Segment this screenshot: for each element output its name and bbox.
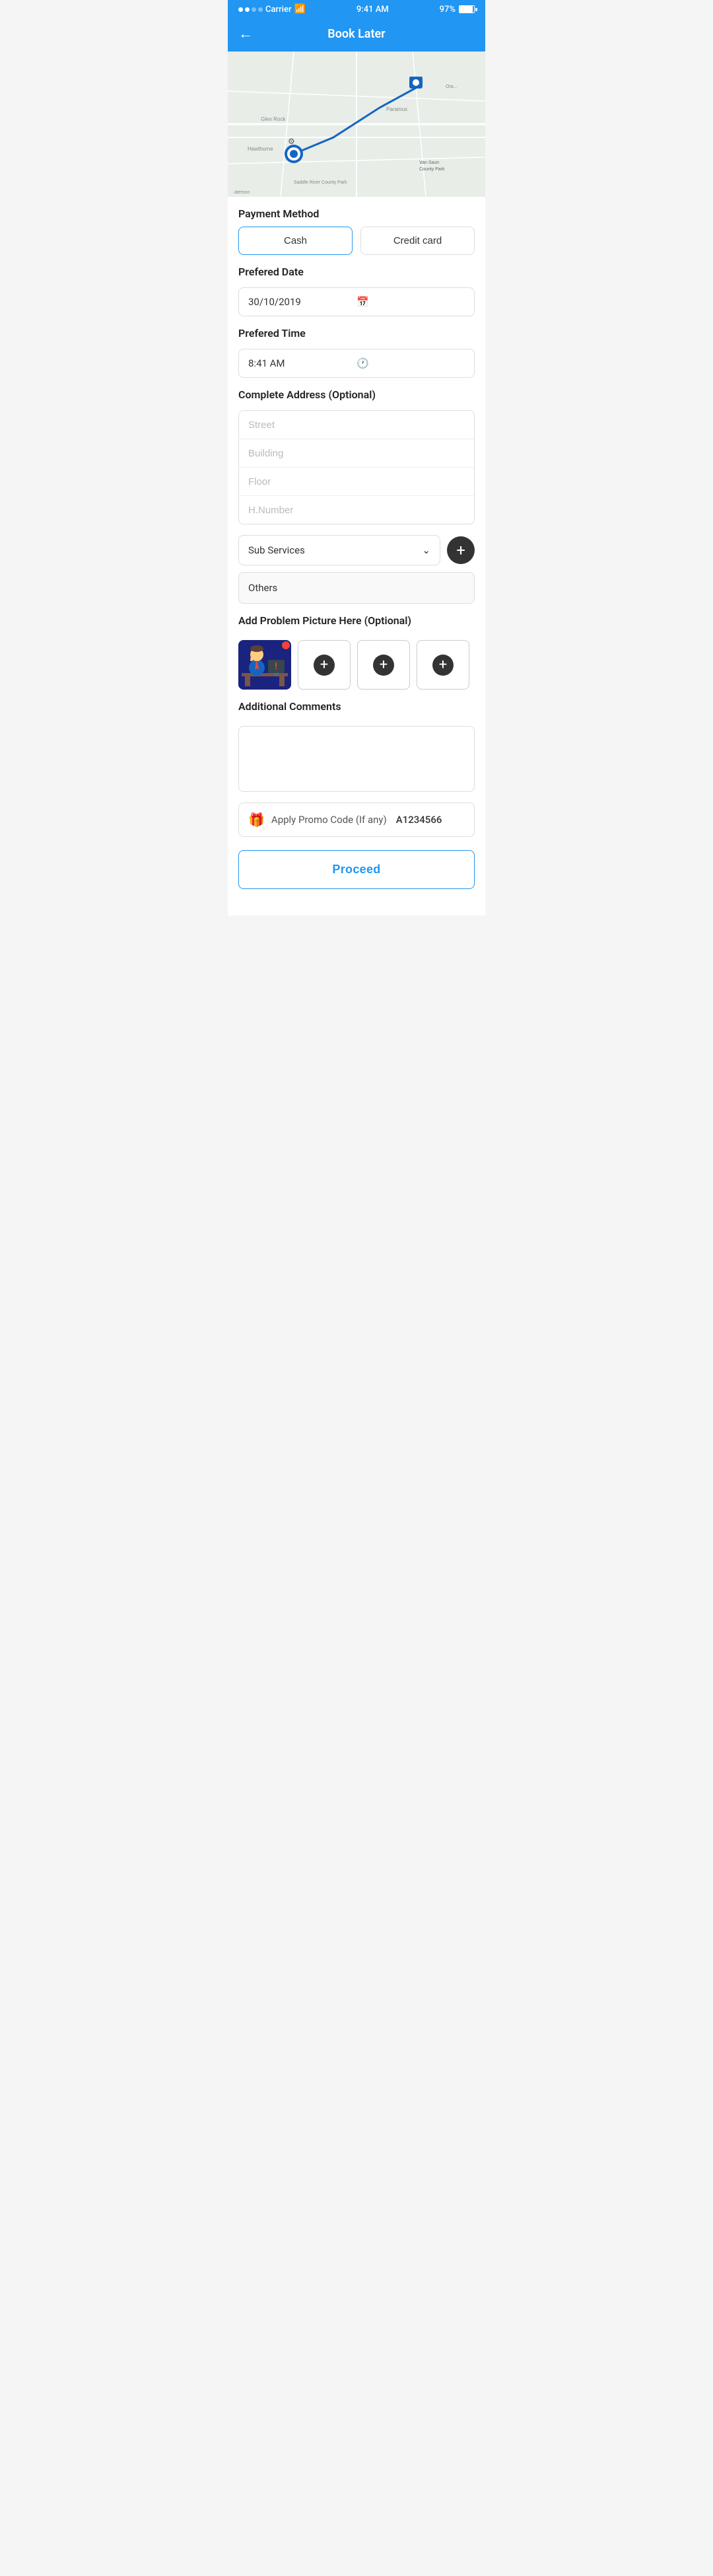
svg-text:Ora...: Ora... — [446, 85, 458, 89]
others-box: Others — [238, 572, 475, 604]
time-label: 9:41 AM — [356, 5, 389, 15]
dot-2 — [245, 7, 250, 12]
add-picture-icon-2: + — [373, 655, 394, 676]
add-picture-icon-1: + — [314, 655, 335, 676]
carrier-label: Carrier — [265, 5, 292, 15]
svg-text:Hawthorne: Hawthorne — [248, 146, 273, 152]
battery-percent: 97% — [440, 5, 456, 15]
dot-3 — [252, 7, 256, 12]
proceed-button[interactable]: Proceed — [238, 850, 475, 889]
floor-input[interactable] — [248, 476, 465, 487]
pictures-row: ! + + + — [238, 640, 475, 690]
hnumber-input[interactable] — [248, 505, 465, 516]
others-label: Others — [248, 582, 277, 594]
svg-text:Glen Rock: Glen Rock — [261, 116, 286, 122]
wifi-icon: 📶 — [294, 4, 306, 15]
payment-method-group: Cash Credit card — [238, 227, 475, 255]
signal-dots — [238, 7, 263, 12]
problem-image-thumb[interactable]: ! — [238, 640, 291, 690]
svg-text:County Park: County Park — [419, 167, 445, 172]
date-picker-row[interactable]: 30/10/2019 📅 — [238, 287, 475, 316]
add-picture-slot-1[interactable]: + — [298, 640, 351, 690]
comments-box[interactable] — [238, 726, 475, 792]
main-content: Payment Method Cash Credit card Prefered… — [228, 197, 485, 915]
add-picture-icon-3: + — [432, 655, 454, 676]
preferred-time-label: Prefered Time — [238, 316, 475, 346]
svg-text:⚙: ⚙ — [288, 137, 295, 146]
payment-method-label: Payment Method — [238, 197, 475, 227]
building-input[interactable] — [248, 448, 465, 459]
time-picker-row[interactable]: 8:41 AM 🕐 — [238, 349, 475, 378]
floor-field[interactable] — [239, 468, 474, 496]
hnumber-field[interactable] — [239, 496, 474, 524]
street-field[interactable] — [239, 411, 474, 439]
battery-icon — [459, 5, 475, 13]
status-bar: Carrier 📶 9:41 AM 97% — [228, 0, 485, 18]
sub-services-row: Sub Services ⌄ + — [238, 535, 475, 565]
address-label: Complete Address (Optional) — [238, 378, 475, 408]
time-value: 8:41 AM — [248, 357, 356, 369]
add-picture-slot-3[interactable]: + — [417, 640, 469, 690]
svg-text:!: ! — [275, 661, 277, 672]
page-title: Book Later — [261, 27, 452, 41]
svg-text:Saddle River County Park: Saddle River County Park — [294, 180, 347, 185]
promo-label: Apply Promo Code (If any) — [271, 814, 387, 826]
promo-code: A1234566 — [396, 814, 442, 826]
payment-cash-button[interactable]: Cash — [238, 227, 353, 255]
add-picture-slot-2[interactable]: + — [357, 640, 410, 690]
header: ← Book Later — [228, 18, 485, 52]
dot-4 — [258, 7, 263, 12]
calendar-icon: 📅 — [356, 296, 465, 308]
promo-icon: 🎁 — [248, 812, 265, 828]
svg-text:Van Saun: Van Saun — [419, 161, 439, 165]
add-sub-service-button[interactable]: + — [447, 536, 475, 564]
payment-creditcard-button[interactable]: Credit card — [360, 227, 475, 255]
preferred-date-label: Prefered Date — [238, 255, 475, 285]
status-right: 97% — [440, 5, 475, 15]
map-view: Glen Rock Paramus Hawthorne Van Saun Cou… — [228, 52, 485, 197]
comments-textarea[interactable] — [248, 734, 465, 781]
plus-icon: + — [456, 541, 465, 559]
date-value: 30/10/2019 — [248, 296, 356, 308]
dot-1 — [238, 7, 243, 12]
chevron-down-icon: ⌄ — [422, 544, 430, 556]
address-box — [238, 410, 475, 524]
sub-services-dropdown[interactable]: Sub Services ⌄ — [238, 535, 440, 565]
svg-text:Paramus: Paramus — [386, 106, 407, 112]
status-left: Carrier 📶 — [238, 4, 306, 15]
building-field[interactable] — [239, 439, 474, 468]
sub-services-label: Sub Services — [248, 544, 305, 556]
problem-picture-label: Add Problem Picture Here (Optional) — [238, 604, 475, 633]
promo-row[interactable]: 🎁 Apply Promo Code (If any) A1234566 — [238, 803, 475, 837]
clock-icon: 🕐 — [356, 357, 465, 369]
additional-comments-label: Additional Comments — [238, 690, 475, 719]
svg-text:aterson: aterson — [234, 190, 250, 195]
street-input[interactable] — [248, 419, 465, 431]
back-button[interactable]: ← — [238, 25, 253, 42]
